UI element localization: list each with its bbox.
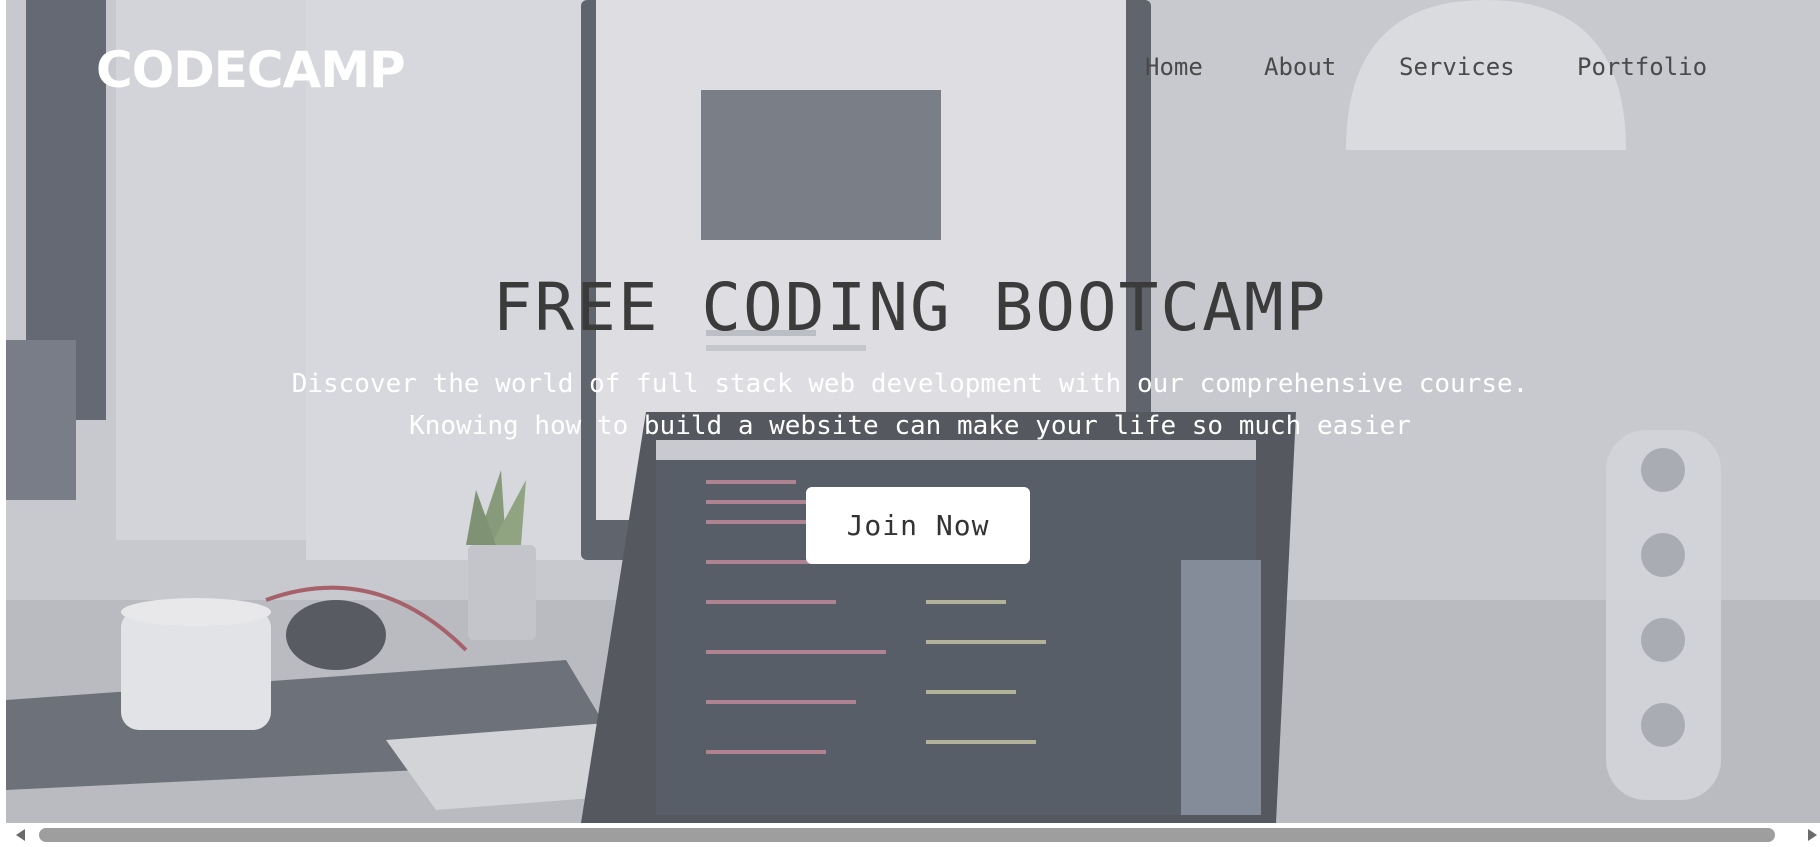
main-nav: Home About Services Portfolio [1140,50,1740,84]
nav-item-home[interactable]: Home [1145,50,1203,84]
browser-viewport: CODECAMP Home About Services Portfolio F… [0,0,1820,847]
scrollbar-thumb[interactable] [39,828,1775,842]
hero-subtitle-line1: Discover the world of full stack web dev… [291,369,1529,399]
triangle-right-icon[interactable] [1805,828,1819,842]
nav-item-services[interactable]: Services [1399,50,1515,84]
hero-title: FREE CODING BOOTCAMP [492,269,1328,346]
nav-item-portfolio[interactable]: Portfolio [1577,50,1707,84]
hero-subtitle-line2: Knowing how to build a website can make … [409,411,1411,441]
nav-item-about[interactable]: About [1264,50,1336,84]
site-logo[interactable]: CODECAMP [96,40,406,100]
horizontal-scrollbar[interactable] [0,823,1820,847]
triangle-left-icon[interactable] [14,828,28,842]
join-now-button[interactable]: Join Now [806,487,1030,564]
